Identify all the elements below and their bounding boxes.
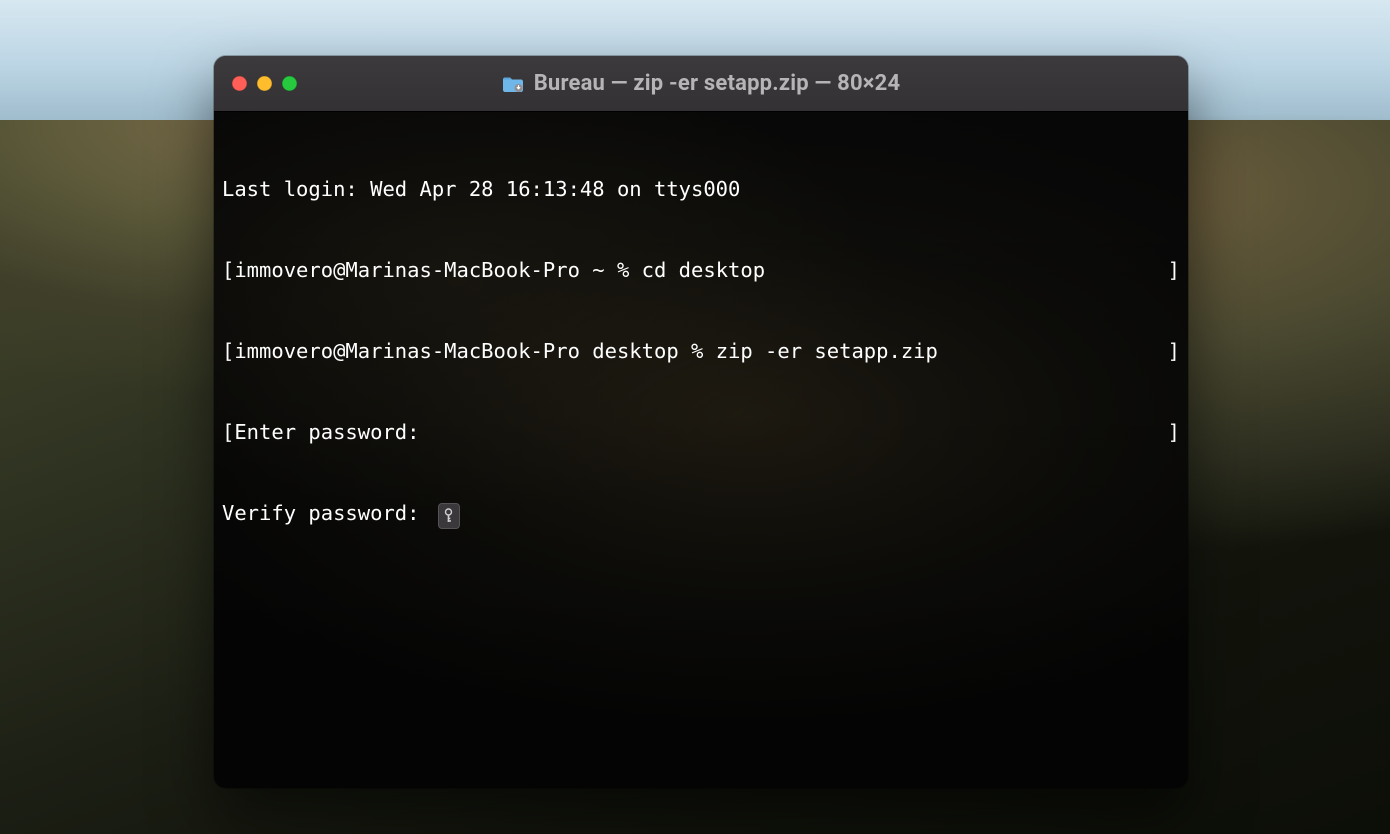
verify-password-label: Verify password: <box>222 501 432 525</box>
bracket-open: [ <box>222 339 234 363</box>
command-text: cd desktop <box>642 258 765 282</box>
minimize-button[interactable] <box>257 76 272 91</box>
terminal-output[interactable]: Last login: Wed Apr 28 16:13:48 on ttys0… <box>222 122 1180 583</box>
zoom-button[interactable] <box>282 76 297 91</box>
terminal-line-3: [immovero@Marinas-MacBook-Pro desktop % … <box>222 338 1180 365</box>
window-title: Bureau — zip -er setapp.zip — 80×24 <box>534 71 901 96</box>
close-button[interactable] <box>232 76 247 91</box>
folder-download-icon <box>502 75 524 93</box>
command-text: zip -er setapp.zip <box>716 339 938 363</box>
desktop-wallpaper: Bureau — zip -er setapp.zip — 80×24 Last… <box>0 0 1390 834</box>
prompt: immovero@Marinas-MacBook-Pro desktop % <box>234 339 715 363</box>
bracket-close: ] <box>1168 338 1180 365</box>
terminal-line-lastlogin: Last login: Wed Apr 28 16:13:48 on ttys0… <box>222 176 1180 203</box>
bracket-close: ] <box>1168 257 1180 284</box>
window-titlebar[interactable]: Bureau — zip -er setapp.zip — 80×24 <box>214 56 1188 112</box>
bracket-open: [ <box>222 258 234 282</box>
terminal-line-2: [immovero@Marinas-MacBook-Pro ~ % cd des… <box>222 257 1180 284</box>
terminal-window[interactable]: Bureau — zip -er setapp.zip — 80×24 Last… <box>214 56 1188 788</box>
terminal-body[interactable]: Last login: Wed Apr 28 16:13:48 on ttys0… <box>214 112 1188 788</box>
key-icon <box>438 503 460 529</box>
terminal-line-4: [Enter password: ] <box>222 419 1180 446</box>
bracket-close: ] <box>1168 419 1180 446</box>
bracket-open: [ <box>222 420 234 444</box>
terminal-line-5: Verify password: <box>222 500 1180 529</box>
window-traffic-lights <box>232 76 297 91</box>
prompt: immovero@Marinas-MacBook-Pro ~ % <box>234 258 641 282</box>
enter-password-label: Enter password: <box>234 420 431 444</box>
